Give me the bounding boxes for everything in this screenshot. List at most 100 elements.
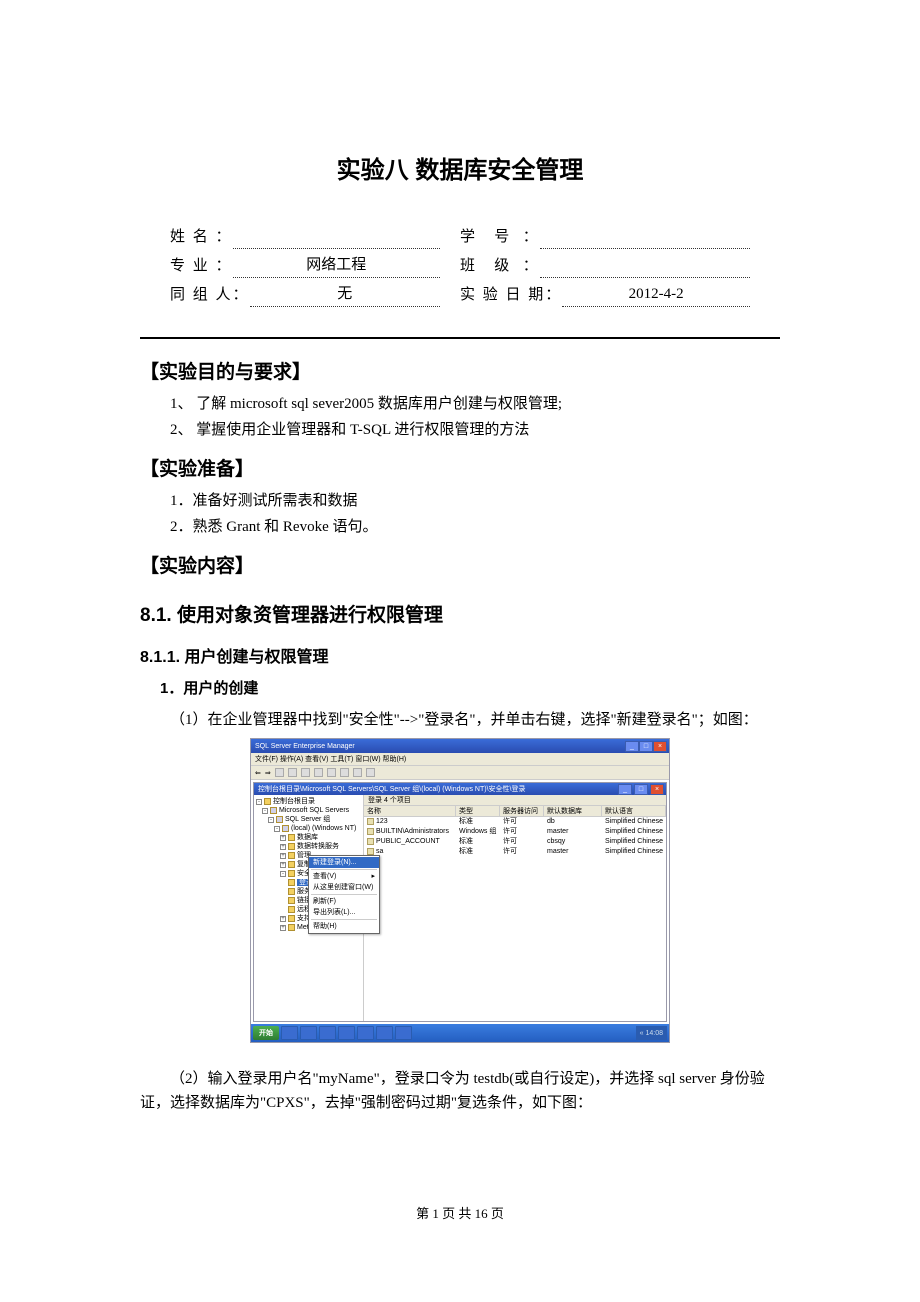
- folder-icon: [288, 924, 295, 931]
- taskbar[interactable]: 开始 « 14:08: [251, 1024, 669, 1042]
- inner-title: 控制台根目录\Microsoft SQL Servers\SQL Server …: [258, 784, 525, 794]
- window-title: SQL Server Enterprise Manager: [255, 743, 355, 750]
- folder-icon: [288, 843, 295, 850]
- taskbar-item[interactable]: [395, 1026, 412, 1040]
- remote-server-icon: [288, 906, 295, 913]
- minimize-button[interactable]: _: [625, 741, 639, 752]
- tree-item[interactable]: -SQL Server 组: [256, 815, 361, 824]
- toolbar-button[interactable]: [353, 768, 362, 777]
- inner-minimize-button[interactable]: _: [618, 784, 632, 795]
- column-name[interactable]: 名称: [364, 806, 456, 816]
- column-default-db[interactable]: 默认数据库: [544, 806, 602, 816]
- taskbar-item[interactable]: [319, 1026, 336, 1040]
- info-block: 姓 名 ： 学 号 ： 专 业 ： 网络工程 班 级 ： 同 组 人： 无 实 …: [140, 225, 780, 327]
- list-row[interactable]: sa 标准 许可 master Simplified Chinese: [364, 847, 666, 857]
- close-button[interactable]: ×: [653, 741, 667, 752]
- list-row[interactable]: PUBLIC_ACCOUNT 标准 许可 cbsqy Simplified Ch…: [364, 837, 666, 847]
- prep-item-1: 1．准备好测试所需表和数据: [170, 489, 780, 513]
- list-header[interactable]: 名称 类型 服务器访问 默认数据库 默认语言: [364, 806, 666, 817]
- taskbar-item[interactable]: [300, 1026, 317, 1040]
- toolbar-button[interactable]: [275, 768, 284, 777]
- goal-item-2: 2、 掌握使用企业管理器和 T-SQL 进行权限管理的方法: [170, 418, 780, 442]
- window-titlebar[interactable]: SQL Server Enterprise Manager _ □ ×: [251, 739, 669, 753]
- page-footer: 第 1 页 共 16 页: [0, 1203, 920, 1222]
- linked-server-icon: [288, 897, 295, 904]
- major-label: 专 业 ：: [170, 254, 233, 278]
- taskbar-item[interactable]: [281, 1026, 298, 1040]
- document-title: 实验八 数据库安全管理: [140, 150, 780, 185]
- folder-icon: [288, 915, 295, 922]
- prep-item-2: 2．熟悉 Grant 和 Revoke 语句。: [170, 515, 780, 539]
- toolbar-button[interactable]: [314, 768, 323, 777]
- toolbar[interactable]: ⇐ ⇒: [251, 766, 669, 780]
- group-label: 同 组 人：: [170, 283, 250, 307]
- major-value: 网络工程: [233, 253, 440, 278]
- login-icon: [367, 828, 374, 835]
- list-row[interactable]: BUILTIN\Administrators Windows 组 许可 mast…: [364, 827, 666, 837]
- back-icon[interactable]: ⇐: [255, 769, 261, 777]
- prep-header: 【实验准备】: [140, 454, 780, 481]
- toolbar-button[interactable]: [340, 768, 349, 777]
- tree-item[interactable]: -Microsoft SQL Servers: [256, 806, 361, 815]
- toolbar-button[interactable]: [288, 768, 297, 777]
- server-icon: [282, 825, 289, 832]
- login-icon: [367, 838, 374, 845]
- content-header: 【实验内容】: [140, 551, 780, 578]
- paragraph-2: （2）输入登录用户名"myName"，登录口令为 testdb(或自行设定)，并…: [140, 1067, 780, 1115]
- login-icon: [367, 848, 374, 855]
- name-label: 姓 名 ：: [170, 225, 233, 249]
- taskbar-item[interactable]: [338, 1026, 355, 1040]
- forward-icon[interactable]: ⇒: [265, 769, 271, 777]
- inner-maximize-button[interactable]: □: [634, 784, 648, 795]
- server-group-icon: [270, 807, 277, 814]
- context-menu[interactable]: 新建登录(N)... 查看(V)▸ 从这里创建窗口(W) 刷新(F) 导出列表(…: [308, 855, 380, 934]
- paragraph-1: （1）在企业管理器中找到"安全性"-->"登录名"，并单击右键，选择"新建登录名…: [140, 708, 780, 732]
- heading-8-1: 8.1. 使用对象资管理器进行权限管理: [140, 600, 780, 627]
- group-value: 无: [250, 282, 440, 307]
- taskbar-item[interactable]: [357, 1026, 374, 1040]
- id-value: [540, 229, 750, 249]
- menubar[interactable]: 文件(F) 操作(A) 查看(V) 工具(T) 窗口(W) 帮助(H): [251, 753, 669, 766]
- toolbar-button[interactable]: [301, 768, 310, 777]
- maximize-button[interactable]: □: [639, 741, 653, 752]
- server-group-icon: [276, 816, 283, 823]
- divider: [140, 337, 780, 339]
- heading-8-1-1: 8.1.1. 用户创建与权限管理: [140, 643, 780, 667]
- menu-item-refresh[interactable]: 刷新(F): [309, 896, 379, 907]
- taskbar-item[interactable]: [376, 1026, 393, 1040]
- id-label: 学 号 ：: [460, 225, 540, 249]
- class-label: 班 级 ：: [460, 254, 540, 278]
- tree-item[interactable]: +数据库: [256, 833, 361, 842]
- inner-close-button[interactable]: ×: [650, 784, 664, 795]
- menu-item-view[interactable]: 查看(V)▸: [309, 871, 379, 882]
- login-icon: [288, 879, 295, 886]
- menu-item-export[interactable]: 导出列表(L)...: [309, 907, 379, 918]
- menu-item-new-window[interactable]: 从这里创建窗口(W): [309, 882, 379, 893]
- menu-item-new-login[interactable]: 新建登录(N)...: [309, 857, 379, 868]
- goal-item-1: 1、 了解 microsoft sql sever2005 数据库用户创建与权限…: [170, 392, 780, 416]
- start-button[interactable]: 开始: [253, 1026, 279, 1040]
- system-tray[interactable]: « 14:08: [636, 1026, 667, 1040]
- list-summary: 登录 4 个项目: [364, 795, 666, 806]
- toolbar-button[interactable]: [366, 768, 375, 777]
- list-row[interactable]: 123 标准 许可 db Simplified Chinese: [364, 817, 666, 827]
- folder-icon: [288, 834, 295, 841]
- folder-icon: [288, 861, 295, 868]
- column-access[interactable]: 服务器访问: [500, 806, 544, 816]
- screenshot-figure: SQL Server Enterprise Manager _ □ × 文件(F…: [250, 738, 670, 1043]
- tree-item[interactable]: -(local) (Windows NT): [256, 824, 361, 833]
- tree-item[interactable]: +数据转换服务: [256, 842, 361, 851]
- date-label: 实 验 日 期：: [460, 283, 562, 307]
- folder-icon: [264, 798, 271, 805]
- list-view[interactable]: 登录 4 个项目 名称 类型 服务器访问 默认数据库 默认语言 123 标准 许…: [364, 795, 666, 1021]
- menu-item-help[interactable]: 帮助(H): [309, 921, 379, 932]
- column-type[interactable]: 类型: [456, 806, 500, 816]
- column-default-lang[interactable]: 默认语言: [602, 806, 666, 816]
- login-icon: [367, 818, 374, 825]
- toolbar-button[interactable]: [327, 768, 336, 777]
- inner-titlebar[interactable]: 控制台根目录\Microsoft SQL Servers\SQL Server …: [254, 783, 666, 795]
- class-value: [540, 258, 750, 278]
- tree-view[interactable]: -控制台根目录 -Microsoft SQL Servers -SQL Serv…: [254, 795, 364, 1021]
- tree-root[interactable]: -控制台根目录: [256, 797, 361, 806]
- date-value: 2012-4-2: [562, 282, 750, 307]
